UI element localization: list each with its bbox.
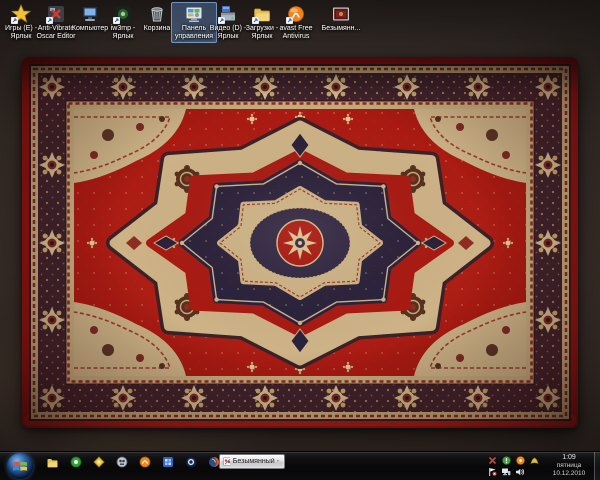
taskbar-pin-blue-app[interactable] — [156, 454, 179, 470]
image-thumbnail-icon — [331, 4, 351, 24]
browser-app-icon — [208, 456, 220, 468]
windows-logo-icon — [12, 459, 28, 473]
grey-app-icon — [116, 456, 128, 468]
icon-label: avast Free Antivirus — [274, 25, 318, 41]
carpet-wallpaper — [22, 57, 578, 428]
gold-app-icon — [93, 456, 105, 468]
start-button[interactable] — [7, 453, 33, 479]
computer-icon — [80, 4, 100, 24]
shortcut-arrow-icon — [46, 17, 53, 24]
taskbar-pin-orange-app[interactable] — [133, 454, 156, 470]
shortcut-arrow-icon — [218, 17, 225, 24]
desktop-wall: Игры (Е) - Ярлык Anti-Vibrate Oscar Edit… — [0, 0, 600, 452]
clock-time: 1:09 — [546, 454, 592, 462]
taskbar-pinned-apps — [41, 454, 225, 470]
taskbar-pin-dark-round-app[interactable] — [179, 454, 202, 470]
taskbar-pin-gold-app[interactable] — [87, 454, 110, 470]
shortcut-arrow-icon — [11, 17, 18, 24]
green-tray-icon[interactable] — [501, 455, 511, 465]
paint-icon — [223, 457, 230, 466]
desktop-icon-untitled-image[interactable]: Безымянн... — [319, 4, 363, 33]
blue-app-icon — [162, 456, 174, 468]
shortcut-arrow-icon — [286, 17, 293, 24]
control-panel-icon — [184, 4, 204, 24]
green-app-icon — [70, 456, 82, 468]
desktop-icon-avast[interactable]: avast Free Antivirus — [274, 4, 318, 41]
recycle-bin-icon — [147, 4, 167, 24]
clock-date: 10.12.2010 — [546, 470, 592, 478]
taskbar: Безымянный - Paint 1:09 пятница 10.12.20… — [0, 451, 600, 480]
taskbar-pin-explorer[interactable] — [41, 454, 64, 470]
action-center-flag-icon[interactable] — [487, 467, 497, 477]
orange-tray-icon[interactable] — [515, 455, 525, 465]
yellow-tray-icon[interactable] — [529, 455, 539, 465]
window-button-label: Безымянный - Paint — [233, 458, 281, 465]
dark-round-app-icon — [185, 456, 197, 468]
red-x-tray-icon[interactable] — [487, 455, 497, 465]
taskbar-pin-green-app[interactable] — [64, 454, 87, 470]
taskbar-pin-grey-app[interactable] — [110, 454, 133, 470]
shortcut-arrow-icon — [252, 17, 259, 24]
explorer-folder-icon — [46, 456, 59, 469]
clock-weekday: пятница — [546, 462, 592, 470]
shortcut-arrow-icon — [113, 17, 120, 24]
tray-row-1 — [487, 455, 539, 465]
carpet-art — [22, 57, 578, 428]
network-icon[interactable] — [501, 467, 511, 477]
taskbar-clock[interactable]: 1:09 пятница 10.12.2010 — [546, 454, 592, 478]
show-desktop-button[interactable] — [594, 452, 600, 480]
volume-icon[interactable] — [515, 467, 525, 477]
orange-app-icon — [139, 456, 151, 468]
icon-label: Безымянн... — [319, 25, 363, 33]
tray-row-2 — [487, 467, 525, 477]
taskbar-window-button-paint[interactable]: Безымянный - Paint — [219, 454, 285, 469]
